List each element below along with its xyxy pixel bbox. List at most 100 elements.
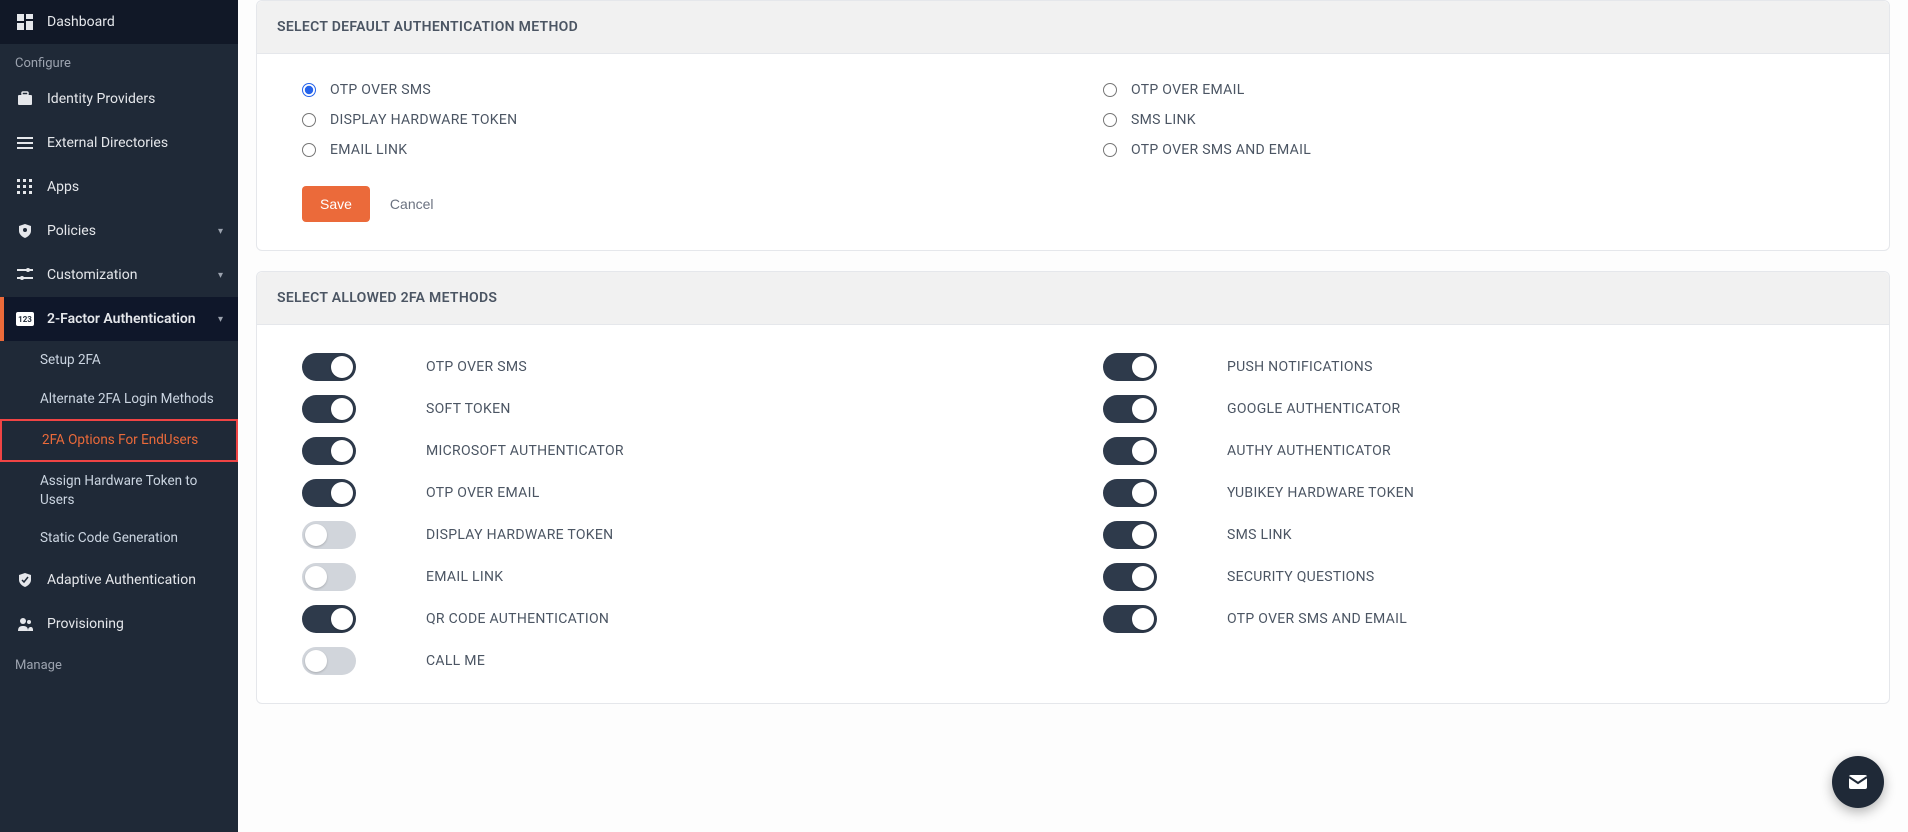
toggle-grid: OTP OVER SMS SOFT TOKEN MICROSOFT AUTHENTI… (302, 353, 1844, 675)
sidebar-item-customization[interactable]: Customization ▾ (0, 253, 238, 297)
toggle-col-right: PUSH NOTIFICATIONS GOOGLE AUTHENTICATOR AU… (1103, 353, 1844, 675)
toggle-switch[interactable] (302, 521, 356, 549)
radio-otp-sms-email[interactable]: OTP OVER SMS AND EMAIL (1103, 142, 1844, 158)
main-content: SELECT DEFAULT AUTHENTICATION METHOD OTP… (238, 0, 1908, 832)
toggle-switch[interactable] (1103, 563, 1157, 591)
radio-col-left: OTP OVER SMS DISPLAY HARDWARE TOKEN EMAI… (302, 82, 1043, 158)
sidebar-item-adaptive-auth[interactable]: Adaptive Authentication (0, 558, 238, 602)
toggle-row: OTP OVER SMS (302, 353, 1043, 381)
chevron-down-icon: ▾ (218, 314, 223, 325)
toggle-label: SOFT TOKEN (426, 401, 511, 417)
sidebar: Dashboard Configure Identity Providers E… (0, 0, 238, 832)
shield-icon (15, 221, 35, 241)
toggle-row: YUBIKEY HARDWARE TOKEN (1103, 479, 1844, 507)
card-title: SELECT DEFAULT AUTHENTICATION METHOD (257, 1, 1889, 54)
toggle-col-left: OTP OVER SMS SOFT TOKEN MICROSOFT AUTHENTI… (302, 353, 1043, 675)
radio-label: OTP OVER SMS AND EMAIL (1131, 142, 1311, 158)
sidebar-item-label: Provisioning (47, 616, 223, 632)
radio-input[interactable] (302, 83, 316, 97)
toggle-switch[interactable] (302, 647, 356, 675)
toggle-label: YUBIKEY HARDWARE TOKEN (1227, 485, 1414, 501)
card-title: SELECT ALLOWED 2FA METHODS (257, 272, 1889, 325)
toggle-label: QR CODE AUTHENTICATION (426, 611, 609, 627)
toggle-label: SECURITY QUESTIONS (1227, 569, 1375, 585)
briefcase-icon (15, 89, 35, 109)
toggle-switch[interactable] (1103, 521, 1157, 549)
toggle-switch[interactable] (302, 479, 356, 507)
default-auth-method-card: SELECT DEFAULT AUTHENTICATION METHOD OTP… (256, 0, 1890, 251)
radio-sms-link[interactable]: SMS LINK (1103, 112, 1844, 128)
radio-input[interactable] (302, 143, 316, 157)
shield-check-icon (15, 570, 35, 590)
sidebar-item-external-directories[interactable]: External Directories (0, 121, 238, 165)
sidebar-sub-assign-hardware-token[interactable]: Assign Hardware Token to Users (0, 462, 238, 520)
toggle-switch[interactable] (302, 395, 356, 423)
toggle-row: GOOGLE AUTHENTICATOR (1103, 395, 1844, 423)
sidebar-item-label: Dashboard (47, 14, 223, 30)
sidebar-item-provisioning[interactable]: Provisioning (0, 602, 238, 646)
card-body: OTP OVER SMS SOFT TOKEN MICROSOFT AUTHENTI… (257, 325, 1889, 703)
toggle-row: PUSH NOTIFICATIONS (1103, 353, 1844, 381)
toggle-label: MICROSOFT AUTHENTICATOR (426, 443, 624, 459)
sidebar-item-label: Apps (47, 179, 223, 195)
toggle-label: EMAIL LINK (426, 569, 503, 585)
toggle-label: OTP OVER EMAIL (426, 485, 540, 501)
toggle-switch[interactable] (302, 437, 356, 465)
svg-text:123: 123 (18, 315, 32, 324)
sidebar-item-label: Policies (47, 223, 218, 239)
radio-grid: OTP OVER SMS DISPLAY HARDWARE TOKEN EMAI… (302, 82, 1844, 158)
sidebar-sub-static-code-generation[interactable]: Static Code Generation (0, 519, 238, 558)
grid-icon (15, 177, 35, 197)
message-fab-button[interactable] (1832, 756, 1884, 808)
sidebar-item-policies[interactable]: Policies ▾ (0, 209, 238, 253)
cancel-button[interactable]: Cancel (390, 196, 434, 212)
sidebar-item-label: Customization (47, 267, 218, 283)
toggle-switch[interactable] (1103, 479, 1157, 507)
radio-otp-sms[interactable]: OTP OVER SMS (302, 82, 1043, 98)
users-icon (15, 614, 35, 634)
chevron-down-icon: ▾ (218, 226, 223, 237)
toggle-switch[interactable] (302, 605, 356, 633)
toggle-switch[interactable] (1103, 605, 1157, 633)
toggle-row: DISPLAY HARDWARE TOKEN (302, 521, 1043, 549)
toggle-label: DISPLAY HARDWARE TOKEN (426, 527, 613, 543)
allowed-2fa-methods-card: SELECT ALLOWED 2FA METHODS OTP OVER SMS S… (256, 271, 1890, 704)
sidebar-item-label: Identity Providers (47, 91, 223, 107)
list-icon (15, 133, 35, 153)
toggle-row: SOFT TOKEN (302, 395, 1043, 423)
toggle-switch[interactable] (302, 353, 356, 381)
sidebar-item-apps[interactable]: Apps (0, 165, 238, 209)
sidebar-sub-alternate-login[interactable]: Alternate 2FA Login Methods (0, 380, 238, 419)
toggle-row: OTP OVER EMAIL (302, 479, 1043, 507)
toggle-label: SMS LINK (1227, 527, 1292, 543)
action-row: Save Cancel (302, 186, 1844, 222)
toggle-row: EMAIL LINK (302, 563, 1043, 591)
toggle-label: GOOGLE AUTHENTICATOR (1227, 401, 1400, 417)
radio-input[interactable] (1103, 113, 1117, 127)
save-button[interactable]: Save (302, 186, 370, 222)
toggle-switch[interactable] (1103, 353, 1157, 381)
toggle-switch[interactable] (1103, 437, 1157, 465)
sidebar-item-dashboard[interactable]: Dashboard (0, 0, 238, 44)
sidebar-item-identity-providers[interactable]: Identity Providers (0, 77, 238, 121)
toggle-label: CALL ME (426, 653, 485, 669)
toggle-switch[interactable] (302, 563, 356, 591)
toggle-row: OTP OVER SMS AND EMAIL (1103, 605, 1844, 633)
radio-otp-email[interactable]: OTP OVER EMAIL (1103, 82, 1844, 98)
radio-email-link[interactable]: EMAIL LINK (302, 142, 1043, 158)
toggle-label: PUSH NOTIFICATIONS (1227, 359, 1373, 375)
radio-display-hardware-token[interactable]: DISPLAY HARDWARE TOKEN (302, 112, 1043, 128)
sidebar-item-2fa[interactable]: 123 2-Factor Authentication ▾ (0, 297, 238, 341)
radio-input[interactable] (1103, 143, 1117, 157)
sidebar-section-configure: Configure (0, 44, 238, 77)
sidebar-sub-2fa-options-endusers[interactable]: 2FA Options For EndUsers (0, 419, 238, 462)
toggle-row: CALL ME (302, 647, 1043, 675)
radio-label: SMS LINK (1131, 112, 1196, 128)
toggle-switch[interactable] (1103, 395, 1157, 423)
radio-input[interactable] (302, 113, 316, 127)
toggle-label: OTP OVER SMS (426, 359, 527, 375)
toggle-row: SECURITY QUESTIONS (1103, 563, 1844, 591)
radio-input[interactable] (1103, 83, 1117, 97)
toggle-label: AUTHY AUTHENTICATOR (1227, 443, 1391, 459)
sidebar-sub-setup-2fa[interactable]: Setup 2FA (0, 341, 238, 380)
